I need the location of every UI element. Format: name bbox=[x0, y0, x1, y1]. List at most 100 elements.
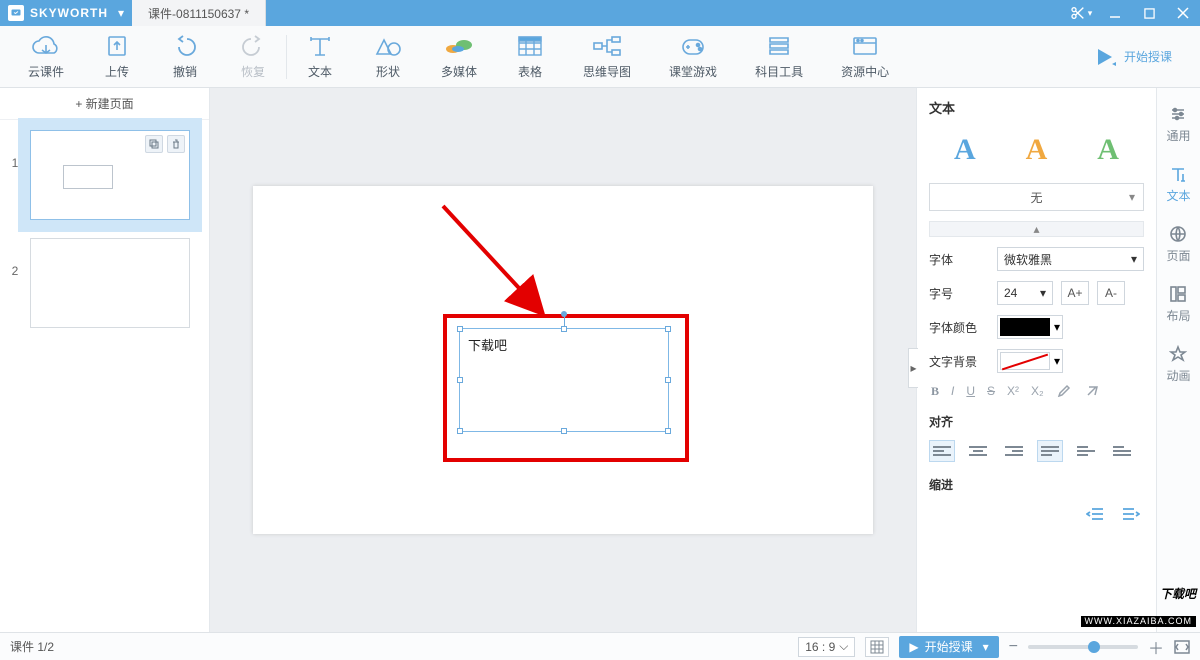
text-box-content[interactable]: 下载吧 bbox=[460, 329, 668, 360]
align-center-button[interactable] bbox=[965, 440, 991, 462]
align-left-button[interactable] bbox=[929, 440, 955, 462]
text-box[interactable]: 下载吧 bbox=[459, 328, 669, 432]
italic-button[interactable]: I bbox=[951, 384, 954, 398]
size-select[interactable]: 24▾ bbox=[997, 281, 1053, 305]
aspect-ratio-select[interactable]: 16 : 9 ⌵ bbox=[798, 637, 855, 657]
resize-handle[interactable] bbox=[561, 428, 567, 434]
thumbnail-row[interactable]: 1 bbox=[8, 130, 201, 220]
vtab-label: 通用 bbox=[1166, 127, 1190, 144]
slide-canvas[interactable]: 下载吧 bbox=[253, 186, 873, 534]
resize-handle[interactable] bbox=[665, 326, 671, 332]
minimize-button[interactable] bbox=[1098, 0, 1132, 26]
canvas-area[interactable]: 下载吧 ▸ bbox=[210, 88, 916, 632]
thumbnail-panel: + 新建页面 1 2 bbox=[0, 88, 210, 632]
align-right-button[interactable] bbox=[1001, 440, 1027, 462]
font-decrease-button[interactable]: A- bbox=[1097, 281, 1125, 305]
preset-style-green[interactable]: A bbox=[1097, 133, 1119, 167]
align-bottom-button[interactable] bbox=[1109, 440, 1135, 462]
vtab-text[interactable]: 文本 bbox=[1166, 164, 1190, 204]
grid-toggle[interactable] bbox=[865, 637, 889, 657]
vtab-page[interactable]: 页面 bbox=[1166, 224, 1190, 264]
ribbon-upload[interactable]: 上传 bbox=[102, 33, 132, 80]
thumbnail-slide-1[interactable] bbox=[30, 130, 190, 220]
resize-handle[interactable] bbox=[561, 326, 567, 332]
ribbon-table[interactable]: 表格 bbox=[515, 33, 545, 80]
bg-label: 文字背景 bbox=[929, 353, 989, 370]
brand-menu[interactable]: SKYWORTH ▾ bbox=[0, 0, 132, 26]
ribbon-mindmap[interactable]: 思维导图 bbox=[583, 33, 631, 80]
underline-button[interactable]: U bbox=[966, 384, 975, 398]
fit-screen-button[interactable] bbox=[1174, 640, 1190, 654]
close-button[interactable] bbox=[1166, 0, 1200, 26]
indent-buttons bbox=[929, 503, 1144, 525]
ribbon-media[interactable]: 多媒体 bbox=[441, 33, 477, 80]
side-tabs: 通用 文本 页面 布局 动画 bbox=[1156, 88, 1200, 632]
size-label: 字号 bbox=[929, 285, 989, 302]
thumbnail-slide-2[interactable] bbox=[30, 238, 190, 328]
vtab-general[interactable]: 通用 bbox=[1166, 104, 1190, 144]
accordion-collapse[interactable]: ▴ bbox=[929, 221, 1144, 237]
start-teaching-button[interactable]: ▶ 开始授课 ▾ bbox=[899, 636, 998, 658]
duplicate-slide-button[interactable] bbox=[145, 135, 163, 153]
caret-down-icon: ▾ bbox=[118, 6, 124, 20]
indent-increase-button[interactable] bbox=[1118, 503, 1144, 525]
document-tab[interactable]: 课件-0811150637 * bbox=[132, 0, 266, 26]
align-middle-button[interactable] bbox=[1073, 440, 1099, 462]
ribbon-label: 撤销 bbox=[173, 63, 197, 80]
clear-format-icon[interactable] bbox=[1084, 383, 1100, 399]
superscript-button[interactable]: X² bbox=[1007, 384, 1019, 398]
resize-handle[interactable] bbox=[457, 428, 463, 434]
resize-handle[interactable] bbox=[457, 377, 463, 383]
thumbnail-row[interactable]: 2 bbox=[8, 238, 201, 328]
play-icon: ▶ bbox=[909, 640, 918, 654]
caret-down-icon: ▾ bbox=[1040, 286, 1046, 300]
text-cursor-icon bbox=[1168, 164, 1188, 184]
bold-button[interactable]: B bbox=[931, 384, 939, 399]
strike-button[interactable]: S bbox=[987, 384, 995, 398]
resize-handle[interactable] bbox=[665, 377, 671, 383]
text-bg-picker[interactable]: ▾ bbox=[997, 349, 1063, 373]
scissors-button[interactable]: ▾ bbox=[1064, 0, 1098, 26]
delete-slide-button[interactable] bbox=[167, 135, 185, 153]
ribbon-game[interactable]: 课堂游戏 bbox=[669, 33, 717, 80]
zoom-slider[interactable] bbox=[1028, 645, 1138, 649]
font-color-picker[interactable]: ▾ bbox=[997, 315, 1063, 339]
vtab-animation[interactable]: 动画 bbox=[1166, 344, 1190, 384]
cloud-icon bbox=[31, 33, 61, 59]
font-select[interactable]: 微软雅黑▾ bbox=[997, 247, 1144, 271]
preset-style-blue[interactable]: A bbox=[954, 133, 976, 167]
resize-handle[interactable] bbox=[457, 326, 463, 332]
ribbon-text[interactable]: 文本 bbox=[305, 33, 335, 80]
effect-select[interactable]: 无▾ bbox=[929, 183, 1144, 211]
ribbon-label: 多媒体 bbox=[441, 63, 477, 80]
properties-panel: 文本 A A A 无▾ ▴ 字体 微软雅黑▾ 字号 24▾ A+ A- 字体颜色… bbox=[916, 88, 1156, 632]
indent-decrease-button[interactable] bbox=[1082, 503, 1108, 525]
rotate-handle[interactable] bbox=[561, 311, 567, 317]
caret-down-icon: ▾ bbox=[1054, 320, 1060, 334]
maximize-button[interactable] bbox=[1132, 0, 1166, 26]
vtab-layout[interactable]: 布局 bbox=[1166, 284, 1190, 324]
thumbnail-number: 1 bbox=[8, 130, 22, 170]
resource-icon bbox=[850, 33, 880, 59]
ribbon-start-teaching[interactable]: 开始授课 bbox=[1092, 46, 1172, 68]
align-top-button[interactable] bbox=[1037, 440, 1063, 462]
zoom-out-button[interactable]: − bbox=[1009, 638, 1018, 656]
ribbon-resource[interactable]: 资源中心 bbox=[841, 33, 889, 80]
new-page-button[interactable]: + 新建页面 bbox=[0, 88, 209, 120]
zoom-thumb[interactable] bbox=[1088, 641, 1100, 653]
preset-style-orange[interactable]: A bbox=[1026, 133, 1048, 167]
game-icon bbox=[678, 33, 708, 59]
ribbon-subject[interactable]: 科目工具 bbox=[755, 33, 803, 80]
zoom-in-button[interactable]: ＋ bbox=[1148, 635, 1164, 659]
vtab-label: 布局 bbox=[1166, 307, 1190, 324]
highlighter-icon[interactable] bbox=[1056, 383, 1072, 399]
subscript-button[interactable]: X₂ bbox=[1031, 384, 1044, 398]
ribbon-cloud[interactable]: 云课件 bbox=[28, 33, 64, 80]
ribbon-undo[interactable]: 撤销 bbox=[170, 33, 200, 80]
vtab-label: 文本 bbox=[1166, 187, 1190, 204]
font-increase-button[interactable]: A+ bbox=[1061, 281, 1089, 305]
layout-icon bbox=[1168, 284, 1188, 304]
ribbon-shape[interactable]: 形状 bbox=[373, 33, 403, 80]
panel-collapse-button[interactable]: ▸ bbox=[908, 348, 918, 388]
resize-handle[interactable] bbox=[665, 428, 671, 434]
